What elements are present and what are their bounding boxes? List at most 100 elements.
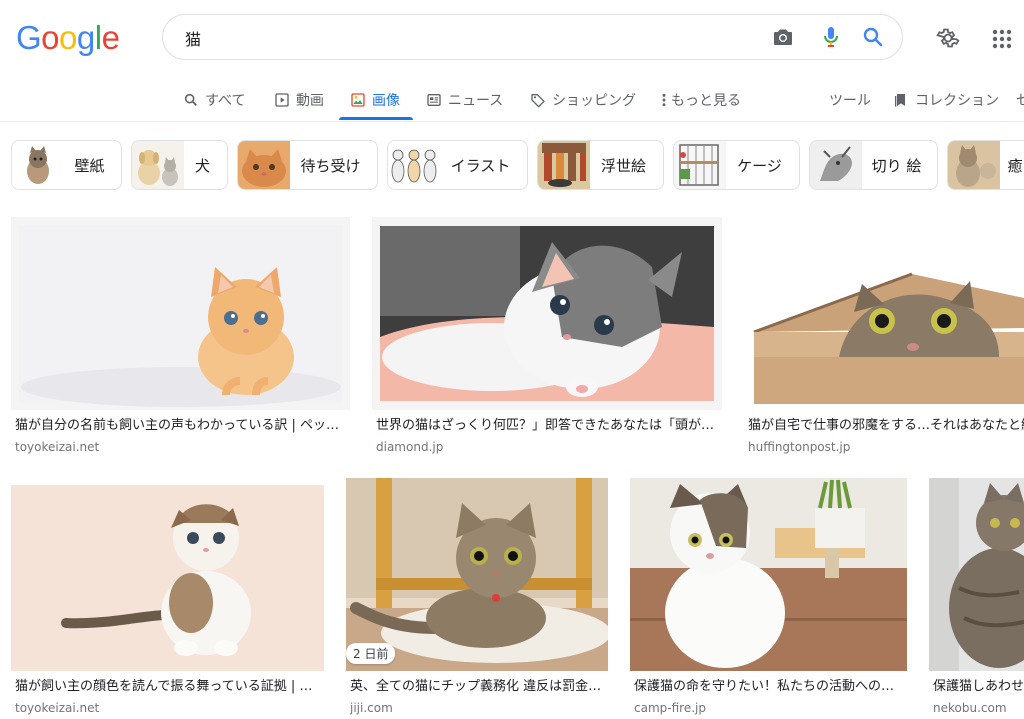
result-caption[interactable]: 英、全ての猫にチップ義務化 違反は罰金…	[350, 678, 604, 696]
tab-label: ツール	[829, 93, 871, 109]
chip-label: ケージ	[737, 156, 782, 175]
chip-thumbnail	[810, 141, 862, 189]
chip-label: 待ち受け	[300, 156, 361, 175]
result-caption[interactable]: 猫が自宅で仕事の邪魔をする…それはあなたと継	[748, 417, 1024, 435]
result-image[interactable]	[11, 217, 350, 410]
image-result[interactable]: 世界の猫はざっくり何匹？」即答できたあなたは「頭が… diamond.jp	[372, 217, 722, 457]
image-result[interactable]: 猫が自分の名前も飼い主の声もわかっている訳 | ペッ… toyokeizai.n…	[11, 217, 350, 457]
result-caption[interactable]: 保護猫しあわせ	[933, 678, 1024, 696]
result-source[interactable]: diamond.jp	[376, 439, 443, 455]
tab-label: すべて	[205, 93, 246, 109]
search-tabs: すべて 動画 画像 ニュース ショッピング もっと見る ツール コレクション セ	[0, 80, 1024, 122]
result-image-frame	[372, 217, 722, 410]
search-icon	[183, 92, 199, 108]
play-icon	[274, 92, 290, 108]
tab-collections[interactable]: コレクション	[893, 80, 999, 120]
logo-letter-o1: o	[41, 19, 60, 56]
chip-wallpaper[interactable]: 壁紙	[11, 140, 122, 190]
tab-all[interactable]: すべて	[183, 80, 245, 120]
tab-label: もっと見る	[671, 93, 741, 109]
chip-label: 壁紙	[74, 156, 105, 175]
result-image[interactable]	[372, 217, 722, 410]
result-source[interactable]: toyokeizai.net	[15, 700, 99, 716]
chip-thumbnail	[674, 141, 726, 189]
chip-illustration[interactable]: イラスト	[387, 140, 528, 190]
result-image-frame	[11, 478, 324, 671]
search-input[interactable]	[183, 26, 747, 50]
image-icon	[350, 92, 366, 108]
tab-label: 動画	[296, 93, 324, 109]
result-image[interactable]	[929, 478, 1024, 671]
chip-thumbnail	[948, 141, 1000, 189]
news-icon	[426, 92, 442, 108]
chip-thumbnail	[238, 141, 290, 189]
tab-images[interactable]: 画像	[350, 80, 400, 120]
chip-thumbnail	[132, 141, 184, 189]
logo-letter-l: l	[94, 19, 102, 56]
search-box	[162, 14, 903, 60]
result-image[interactable]	[11, 478, 324, 671]
bookmark-icon	[893, 92, 909, 108]
chip-lockscreen[interactable]: 待ち受け	[237, 140, 378, 190]
chip-label: 癒	[1007, 156, 1023, 175]
result-caption[interactable]: 猫が飼い主の顔色を読んで振る舞っている証拠 | …	[15, 678, 320, 696]
chip-cage[interactable]: ケージ	[673, 140, 800, 190]
tab-videos[interactable]: 動画	[274, 80, 324, 120]
chip-label: 浮世絵	[600, 156, 646, 175]
active-tab-indicator	[339, 117, 413, 120]
chip-label: イラスト	[450, 156, 511, 175]
tab-more[interactable]: もっと見る	[659, 80, 741, 120]
image-result[interactable]: 猫が自宅で仕事の邪魔をする…それはあなたと継 huffingtonpost.jp	[744, 217, 1024, 457]
result-image-frame	[929, 478, 1024, 671]
more-vert-icon	[659, 92, 669, 108]
chip-papercut[interactable]: 切り 絵	[809, 140, 938, 190]
chip-thumbnail	[388, 141, 440, 189]
mic-icon[interactable]	[819, 25, 843, 49]
result-image-frame	[630, 478, 907, 671]
google-logo[interactable]: Google	[16, 18, 120, 58]
camera-icon[interactable]	[771, 25, 795, 49]
tab-label: セ	[1016, 93, 1024, 109]
result-source[interactable]: huffingtonpost.jp	[748, 439, 850, 455]
tag-icon	[530, 92, 546, 108]
tab-label: 画像	[372, 93, 400, 109]
tab-label: ニュース	[448, 93, 504, 109]
tab-label: ショッピング	[552, 93, 636, 109]
result-source[interactable]: toyokeizai.net	[15, 439, 99, 455]
logo-letter-e: e	[101, 19, 120, 56]
chip-label: 犬	[194, 156, 210, 175]
result-image-frame	[11, 217, 350, 410]
apps-grid-icon[interactable]	[990, 27, 1014, 51]
tab-label: コレクション	[915, 93, 999, 109]
chip-ukiyoe[interactable]: 浮世絵	[537, 140, 664, 190]
tab-shopping[interactable]: ショッピング	[530, 80, 636, 120]
logo-letter-g: G	[16, 19, 42, 56]
result-source[interactable]: camp-fire.jp	[634, 700, 706, 716]
header-divider	[0, 121, 1024, 122]
image-result[interactable]: 猫が飼い主の顔色を読んで振る舞っている証拠 | … toyokeizai.net	[11, 478, 324, 716]
image-result[interactable]: 2 日前 英、全ての猫にチップ義務化 違反は罰金… jiji.com	[346, 478, 608, 716]
chip-thumbnail	[538, 141, 590, 189]
chip-thumbnail	[12, 141, 64, 189]
gear-icon[interactable]	[936, 26, 960, 50]
result-caption[interactable]: 世界の猫はざっくり何匹？」即答できたあなたは「頭が…	[376, 417, 716, 435]
logo-letter-o2: o	[59, 19, 77, 56]
tab-safesearch[interactable]: セ	[1016, 80, 1024, 120]
tab-tools[interactable]: ツール	[829, 80, 871, 120]
chip-dog[interactable]: 犬	[131, 140, 228, 190]
search-icon[interactable]	[861, 25, 885, 49]
result-source[interactable]: nekobu.com	[933, 700, 1007, 716]
result-source[interactable]: jiji.com	[350, 700, 393, 716]
result-image-frame	[744, 217, 1024, 410]
chip-healing[interactable]: 癒	[947, 140, 1024, 190]
result-caption[interactable]: 保護猫の命を守りたい！私たちの活動への…	[634, 678, 904, 696]
image-result[interactable]: 保護猫しあわせ nekobu.com	[929, 478, 1024, 716]
image-result[interactable]: 保護猫の命を守りたい！私たちの活動への… camp-fire.jp	[630, 478, 907, 716]
result-image[interactable]	[630, 478, 907, 671]
chip-label: 切り 絵	[871, 156, 922, 175]
tab-news[interactable]: ニュース	[426, 80, 503, 120]
result-image[interactable]	[744, 217, 1024, 410]
age-badge: 2 日前	[346, 643, 396, 664]
logo-letter-g2: g	[76, 19, 95, 56]
result-caption[interactable]: 猫が自分の名前も飼い主の声もわかっている訳 | ペッ…	[15, 417, 345, 435]
